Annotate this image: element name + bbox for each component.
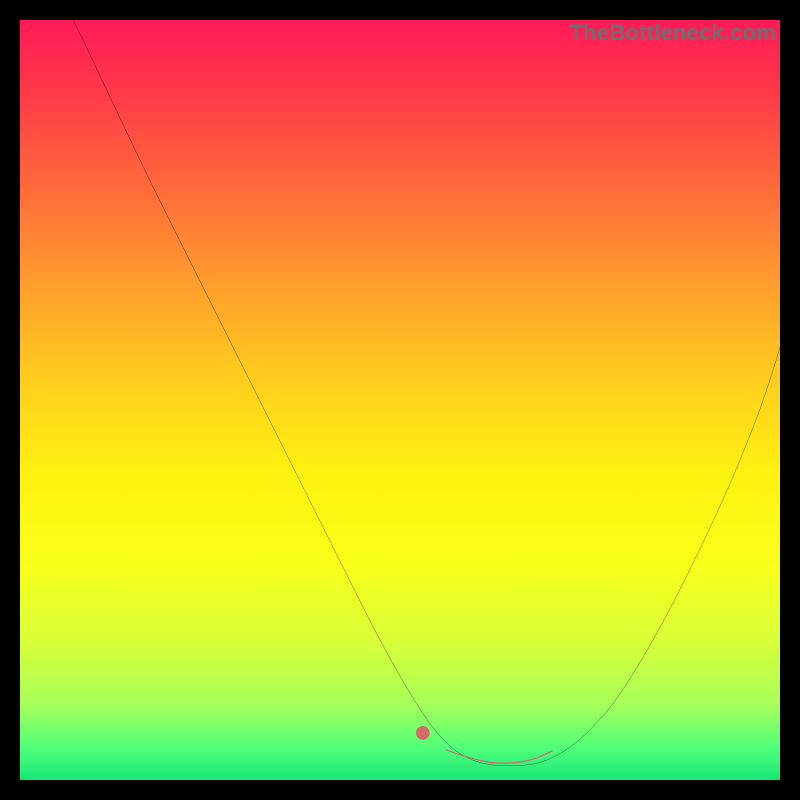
- chart-container: TheBottleneck.com: [20, 20, 780, 780]
- series-highlight-flat: [446, 750, 552, 764]
- series-highlight-dot: [416, 726, 430, 740]
- chart-svg: [20, 20, 780, 780]
- watermark-text: TheBottleneck.com: [570, 20, 776, 46]
- series-curve: [73, 20, 780, 766]
